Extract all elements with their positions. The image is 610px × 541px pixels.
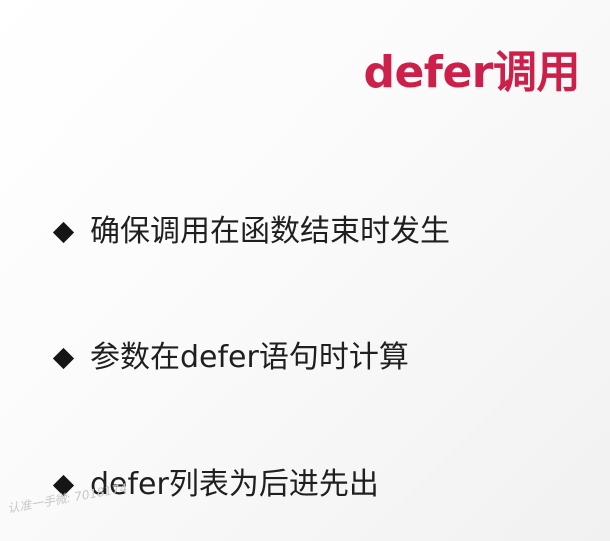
bullet-text: defer列表为后进先出: [90, 467, 379, 502]
bullet-text: 参数在defer语句时计算: [90, 340, 409, 375]
diamond-bullet-icon: [52, 221, 75, 243]
slide-title: defer调用: [363, 47, 580, 98]
bullet-item: 确保调用在函数结束时发生: [52, 210, 592, 254]
diamond-bullet-icon: [52, 347, 75, 369]
bullet-text: 确保调用在函数结束时发生: [90, 214, 450, 249]
bullet-item: defer列表为后进先出: [52, 463, 592, 507]
bullet-item: 参数在defer语句时计算: [52, 336, 592, 380]
